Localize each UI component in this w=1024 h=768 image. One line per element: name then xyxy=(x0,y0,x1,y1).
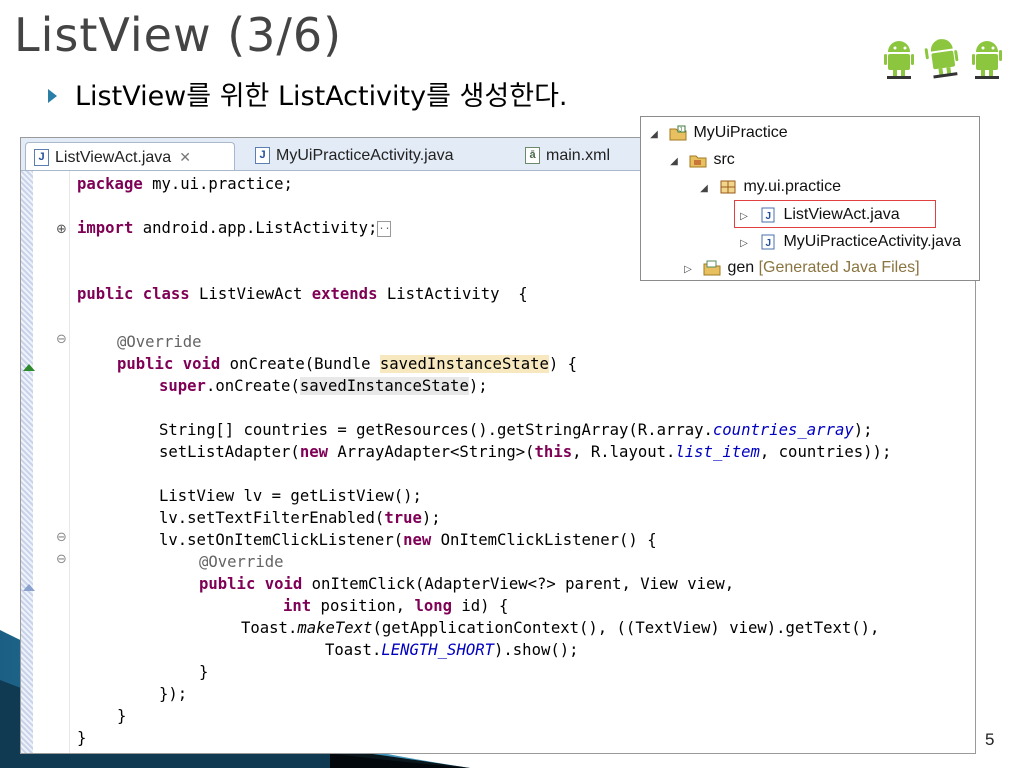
code-line: public class ListViewAct extends ListAct… xyxy=(77,285,528,303)
code-line: Toast.makeText(getApplicationContext(), … xyxy=(241,619,880,637)
source-folder-icon xyxy=(689,155,707,168)
expanded-arrow-icon[interactable]: ◢ xyxy=(667,149,681,175)
code-line: Toast.LENGTH_SHORT).show(); xyxy=(325,641,579,659)
expanded-arrow-icon[interactable]: ◢ xyxy=(697,176,711,202)
collapse-icon[interactable]: ⊖ xyxy=(56,552,67,567)
tree-item-myuipracticeactivity[interactable]: ▷ J MyUiPracticeActivity.java xyxy=(737,229,961,255)
svg-text:J: J xyxy=(679,127,682,133)
svg-text:J: J xyxy=(766,238,772,249)
tab-main-xml[interactable]: ā main.xml xyxy=(517,142,647,170)
code-line: @Override xyxy=(199,553,284,571)
fold-column xyxy=(33,171,70,753)
page-number: 5 xyxy=(985,730,995,749)
collapsed-arrow-icon[interactable]: ▷ xyxy=(737,231,751,257)
xml-file-icon: ā xyxy=(525,147,540,165)
close-icon[interactable]: ✕ xyxy=(179,149,191,165)
code-line: public void onItemClick(AdapterView<?> p… xyxy=(199,575,735,593)
java-file-icon: J xyxy=(255,147,270,165)
tree-item-package[interactable]: ◢ my.ui.practice xyxy=(697,174,841,200)
collapsed-arrow-icon[interactable]: ▷ xyxy=(681,257,695,283)
tab-label: main.xml xyxy=(546,147,611,164)
package-icon xyxy=(720,180,736,194)
code-line: package my.ui.practice; xyxy=(77,175,293,193)
android-logos-icon xyxy=(884,39,1002,79)
bullet-arrow-icon xyxy=(48,88,57,103)
folded-imports-icon[interactable]: .. xyxy=(377,220,392,237)
code-line: lv.setTextFilterEnabled(true); xyxy=(159,509,441,527)
tree-item-project[interactable]: ◢ J MyUiPractice xyxy=(647,120,788,146)
code-line: ListView lv = getListView(); xyxy=(159,487,422,505)
code-line: int position, long id) { xyxy=(283,597,509,615)
generated-folder-icon xyxy=(703,260,721,276)
highlight-box xyxy=(734,200,936,228)
collapse-icon[interactable]: ⊖ xyxy=(56,332,67,347)
tree-item-gen[interactable]: ▷ gen [Generated Java Files] xyxy=(681,255,920,283)
java-file-icon: J xyxy=(761,234,775,250)
code-line: import android.app.ListActivity;.. xyxy=(77,219,392,237)
code-line: }); xyxy=(159,685,188,703)
code-line: String[] countries = getResources().getS… xyxy=(159,421,873,439)
tree-item-src[interactable]: ◢ src xyxy=(667,147,735,173)
code-line: super.onCreate(savedInstanceState); xyxy=(159,377,488,395)
collapse-icon[interactable]: ⊖ xyxy=(56,530,67,545)
implements-marker-icon[interactable] xyxy=(23,584,35,591)
tab-label: MyUiPracticeActivity.java xyxy=(276,147,454,164)
code-line: } xyxy=(77,729,87,747)
expand-icon[interactable]: ⊕ xyxy=(56,222,67,237)
code-line: } xyxy=(117,707,127,725)
code-line: setListAdapter(new ArrayAdapter<String>(… xyxy=(159,443,892,461)
tab-label: ListViewAct.java xyxy=(55,149,172,166)
code-line: @Override xyxy=(117,333,202,351)
override-marker-icon[interactable] xyxy=(23,364,35,371)
package-explorer: ◢ J MyUiPractice ◢ src ◢ my.ui.practice ▷… xyxy=(640,116,980,281)
slide-title: ListView (3/6) xyxy=(14,8,343,62)
tab-listviewact[interactable]: J ListViewAct.java ✕ xyxy=(25,142,235,170)
bullet-item: ListView를 위한 ListActivity를 생성한다. xyxy=(48,80,568,114)
project-folder-icon: J xyxy=(669,125,687,141)
code-line: public void onCreate(Bundle savedInstanc… xyxy=(117,355,578,373)
bullet-text: ListView를 위한 ListActivity를 생성한다. xyxy=(75,81,568,112)
code-line: } xyxy=(199,663,209,681)
expanded-arrow-icon[interactable]: ◢ xyxy=(647,122,661,148)
gen-note: [Generated Java Files] xyxy=(758,259,920,276)
tab-myuipracticeactivity[interactable]: J MyUiPracticeActivity.java xyxy=(247,142,507,170)
java-file-icon: J xyxy=(34,149,49,167)
code-line: lv.setOnItemClickListener(new OnItemClic… xyxy=(159,531,657,549)
